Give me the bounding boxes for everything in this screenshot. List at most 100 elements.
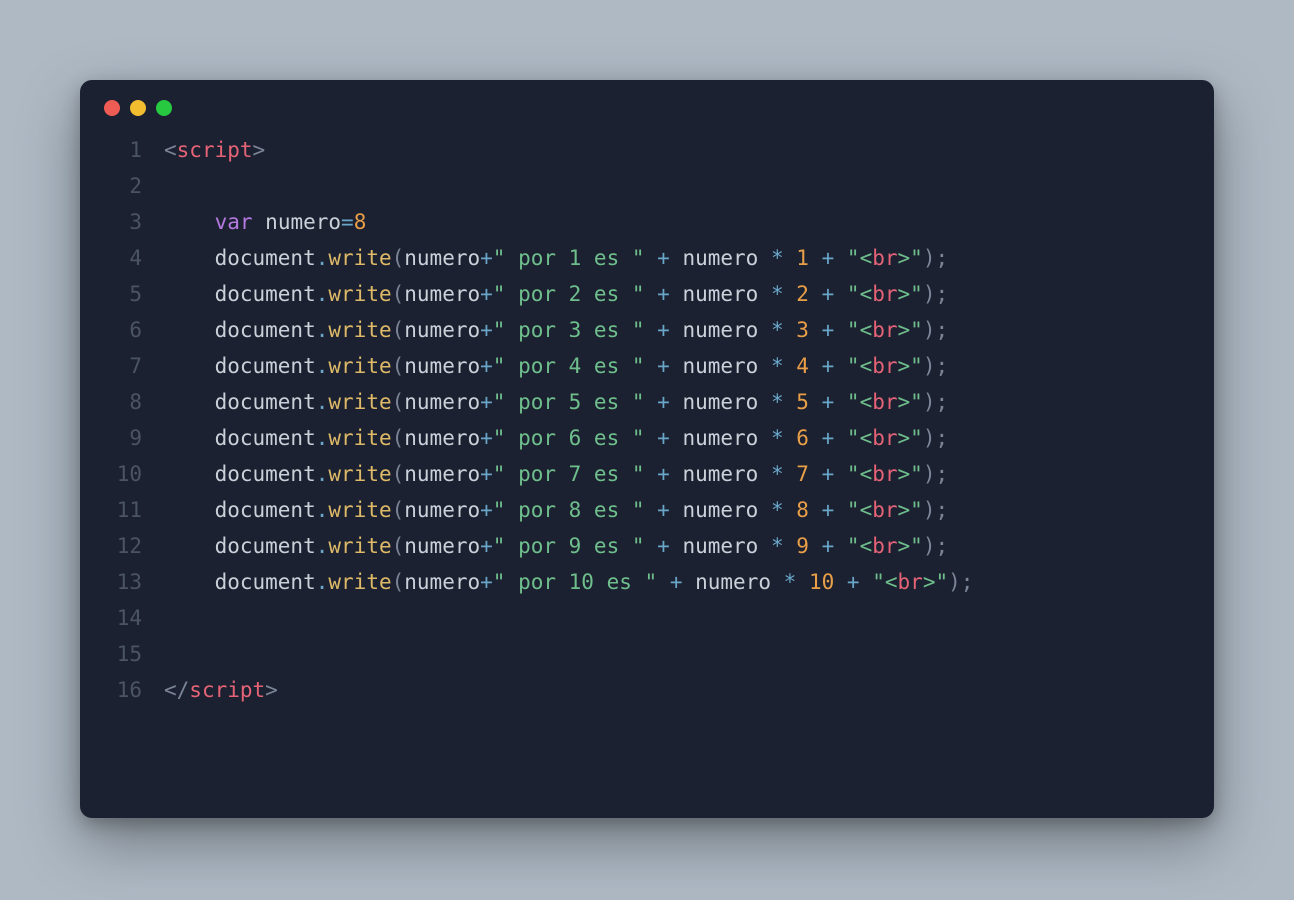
identifier: numero bbox=[682, 318, 758, 342]
number-literal: 9 bbox=[796, 534, 809, 558]
operator-mul: * bbox=[771, 390, 784, 414]
string-literal: "< bbox=[847, 534, 872, 558]
window-titlebar bbox=[80, 80, 1214, 122]
code-content: </script> bbox=[164, 672, 278, 708]
tag-name: br bbox=[872, 426, 897, 450]
operator-plus: + bbox=[822, 534, 835, 558]
line-number: 1 bbox=[84, 132, 164, 168]
line-number: 2 bbox=[84, 168, 164, 204]
angle-bracket: </ bbox=[164, 678, 189, 702]
operator-plus: + bbox=[657, 354, 670, 378]
method-name: write bbox=[328, 426, 391, 450]
line-number: 13 bbox=[84, 564, 164, 600]
angle-bracket: < bbox=[164, 138, 177, 162]
maximize-icon[interactable] bbox=[156, 100, 172, 116]
dot: . bbox=[316, 498, 329, 522]
line-number: 5 bbox=[84, 276, 164, 312]
string-literal: "< bbox=[847, 390, 872, 414]
string-literal: " por 4 es " bbox=[493, 354, 645, 378]
code-line: 15 bbox=[84, 636, 1188, 672]
identifier: numero bbox=[404, 318, 480, 342]
semicolon: ; bbox=[935, 426, 948, 450]
paren: ) bbox=[923, 534, 936, 558]
string-literal: " por 10 es " bbox=[493, 570, 657, 594]
operator-mul: * bbox=[771, 246, 784, 270]
angle-bracket: > bbox=[265, 678, 278, 702]
code-content: var numero=8 bbox=[164, 204, 366, 240]
identifier: document bbox=[215, 498, 316, 522]
paren: ) bbox=[923, 390, 936, 414]
method-name: write bbox=[328, 534, 391, 558]
identifier: document bbox=[215, 390, 316, 414]
semicolon: ; bbox=[935, 354, 948, 378]
code-content: document.write(numero+" por 5 es " + num… bbox=[164, 384, 948, 420]
operator-mul: * bbox=[784, 570, 797, 594]
string-literal: >" bbox=[898, 282, 923, 306]
string-literal: " por 3 es " bbox=[493, 318, 645, 342]
string-literal: >" bbox=[898, 318, 923, 342]
code-line: 1<script> bbox=[84, 132, 1188, 168]
identifier: numero bbox=[404, 282, 480, 306]
semicolon: ; bbox=[961, 570, 974, 594]
method-name: write bbox=[328, 282, 391, 306]
paren: ( bbox=[392, 570, 405, 594]
string-literal: " por 8 es " bbox=[493, 498, 645, 522]
code-editor[interactable]: 1<script>23 var numero=84 document.write… bbox=[80, 122, 1214, 736]
line-number: 14 bbox=[84, 600, 164, 636]
operator-plus: + bbox=[480, 282, 493, 306]
operator-plus: + bbox=[480, 462, 493, 486]
operator-plus: + bbox=[480, 354, 493, 378]
line-number: 4 bbox=[84, 240, 164, 276]
paren: ( bbox=[392, 354, 405, 378]
dot: . bbox=[316, 390, 329, 414]
paren: ( bbox=[392, 462, 405, 486]
identifier: numero bbox=[682, 498, 758, 522]
identifier: numero bbox=[682, 390, 758, 414]
paren: ( bbox=[392, 498, 405, 522]
number-literal: 5 bbox=[796, 390, 809, 414]
string-literal: " por 6 es " bbox=[493, 426, 645, 450]
dot: . bbox=[316, 426, 329, 450]
dot: . bbox=[316, 246, 329, 270]
code-content: document.write(numero+" por 2 es " + num… bbox=[164, 276, 948, 312]
operator-plus: + bbox=[480, 318, 493, 342]
identifier: numero bbox=[404, 462, 480, 486]
paren: ) bbox=[923, 498, 936, 522]
code-line: 13 document.write(numero+" por 10 es " +… bbox=[84, 564, 1188, 600]
minimize-icon[interactable] bbox=[130, 100, 146, 116]
dot: . bbox=[316, 570, 329, 594]
identifier: document bbox=[215, 246, 316, 270]
paren: ( bbox=[392, 426, 405, 450]
identifier: document bbox=[215, 354, 316, 378]
identifier: numero bbox=[265, 210, 341, 234]
code-line: 12 document.write(numero+" por 9 es " + … bbox=[84, 528, 1188, 564]
paren: ) bbox=[923, 462, 936, 486]
number-literal: 3 bbox=[796, 318, 809, 342]
operator-plus: + bbox=[480, 534, 493, 558]
code-content: document.write(numero+" por 1 es " + num… bbox=[164, 240, 948, 276]
close-icon[interactable] bbox=[104, 100, 120, 116]
line-number: 8 bbox=[84, 384, 164, 420]
line-number: 7 bbox=[84, 348, 164, 384]
code-line: 7 document.write(numero+" por 4 es " + n… bbox=[84, 348, 1188, 384]
dot: . bbox=[316, 534, 329, 558]
operator-plus: + bbox=[657, 246, 670, 270]
tag-name: br bbox=[898, 570, 923, 594]
identifier: numero bbox=[682, 354, 758, 378]
identifier: document bbox=[215, 282, 316, 306]
number-literal: 6 bbox=[796, 426, 809, 450]
string-literal: >" bbox=[898, 246, 923, 270]
operator-eq: = bbox=[341, 210, 354, 234]
string-literal: "< bbox=[847, 354, 872, 378]
operator-plus: + bbox=[822, 390, 835, 414]
paren: ) bbox=[923, 282, 936, 306]
string-literal: >" bbox=[898, 534, 923, 558]
method-name: write bbox=[328, 462, 391, 486]
code-line: 14 bbox=[84, 600, 1188, 636]
identifier: numero bbox=[404, 534, 480, 558]
paren: ( bbox=[392, 534, 405, 558]
string-literal: "< bbox=[847, 498, 872, 522]
string-literal: "< bbox=[847, 246, 872, 270]
operator-mul: * bbox=[771, 462, 784, 486]
identifier: numero bbox=[404, 354, 480, 378]
